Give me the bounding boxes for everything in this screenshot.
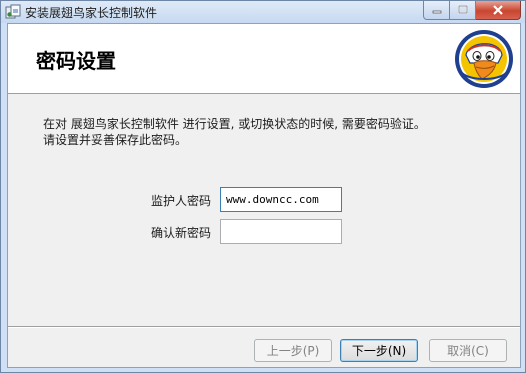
close-icon (493, 5, 503, 15)
installer-app-icon (5, 4, 21, 19)
wizard-header: 密码设置 (8, 24, 520, 94)
confirm-password-row: 确认新密码 (8, 219, 520, 244)
title-bar[interactable]: 安装展翅鸟家长控制软件 (1, 1, 525, 23)
description-line-1: 在对 展翅鸟家长控制软件 进行设置, 或切换状态的时候, 需要密码验证。 (43, 117, 426, 131)
next-button[interactable]: 下一步(N) (340, 339, 418, 362)
description-line-2: 请设置并妥善保存此密码。 (43, 133, 188, 147)
maximize-button[interactable] (450, 1, 476, 20)
guardian-password-input[interactable] (220, 187, 342, 212)
confirm-password-input[interactable] (220, 219, 342, 244)
wizard-client-area: 密码设置 在对 展翅鸟家长控制软件 进行设置, 或切换状态的时候, 需要密码验证… (7, 23, 521, 368)
back-button[interactable]: 上一步(P) (254, 339, 332, 362)
minimize-icon (432, 10, 441, 14)
window-title: 安装展翅鸟家长控制软件 (25, 6, 158, 20)
guardian-password-label: 监护人密码 (150, 194, 211, 208)
cancel-button[interactable]: 取消(C) (429, 339, 507, 362)
page-title: 密码设置 (36, 49, 116, 73)
installer-window: 安装展翅鸟家长控制软件 密码设置 在对 展翅鸟家长控制软件 进行设置, 或切换状… (0, 0, 526, 373)
description-text: 在对 展翅鸟家长控制软件 进行设置, 或切换状态的时候, 需要密码验证。 请设置… (43, 116, 426, 148)
close-button[interactable] (476, 1, 521, 20)
guardian-password-row: 监护人密码 (8, 187, 520, 212)
caption-buttons (423, 1, 521, 20)
eagle-mascot-logo-icon (455, 30, 513, 88)
confirm-password-label: 确认新密码 (150, 226, 211, 240)
minimize-button[interactable] (423, 1, 450, 20)
maximize-icon (457, 5, 468, 14)
footer-divider-highlight (8, 327, 520, 328)
